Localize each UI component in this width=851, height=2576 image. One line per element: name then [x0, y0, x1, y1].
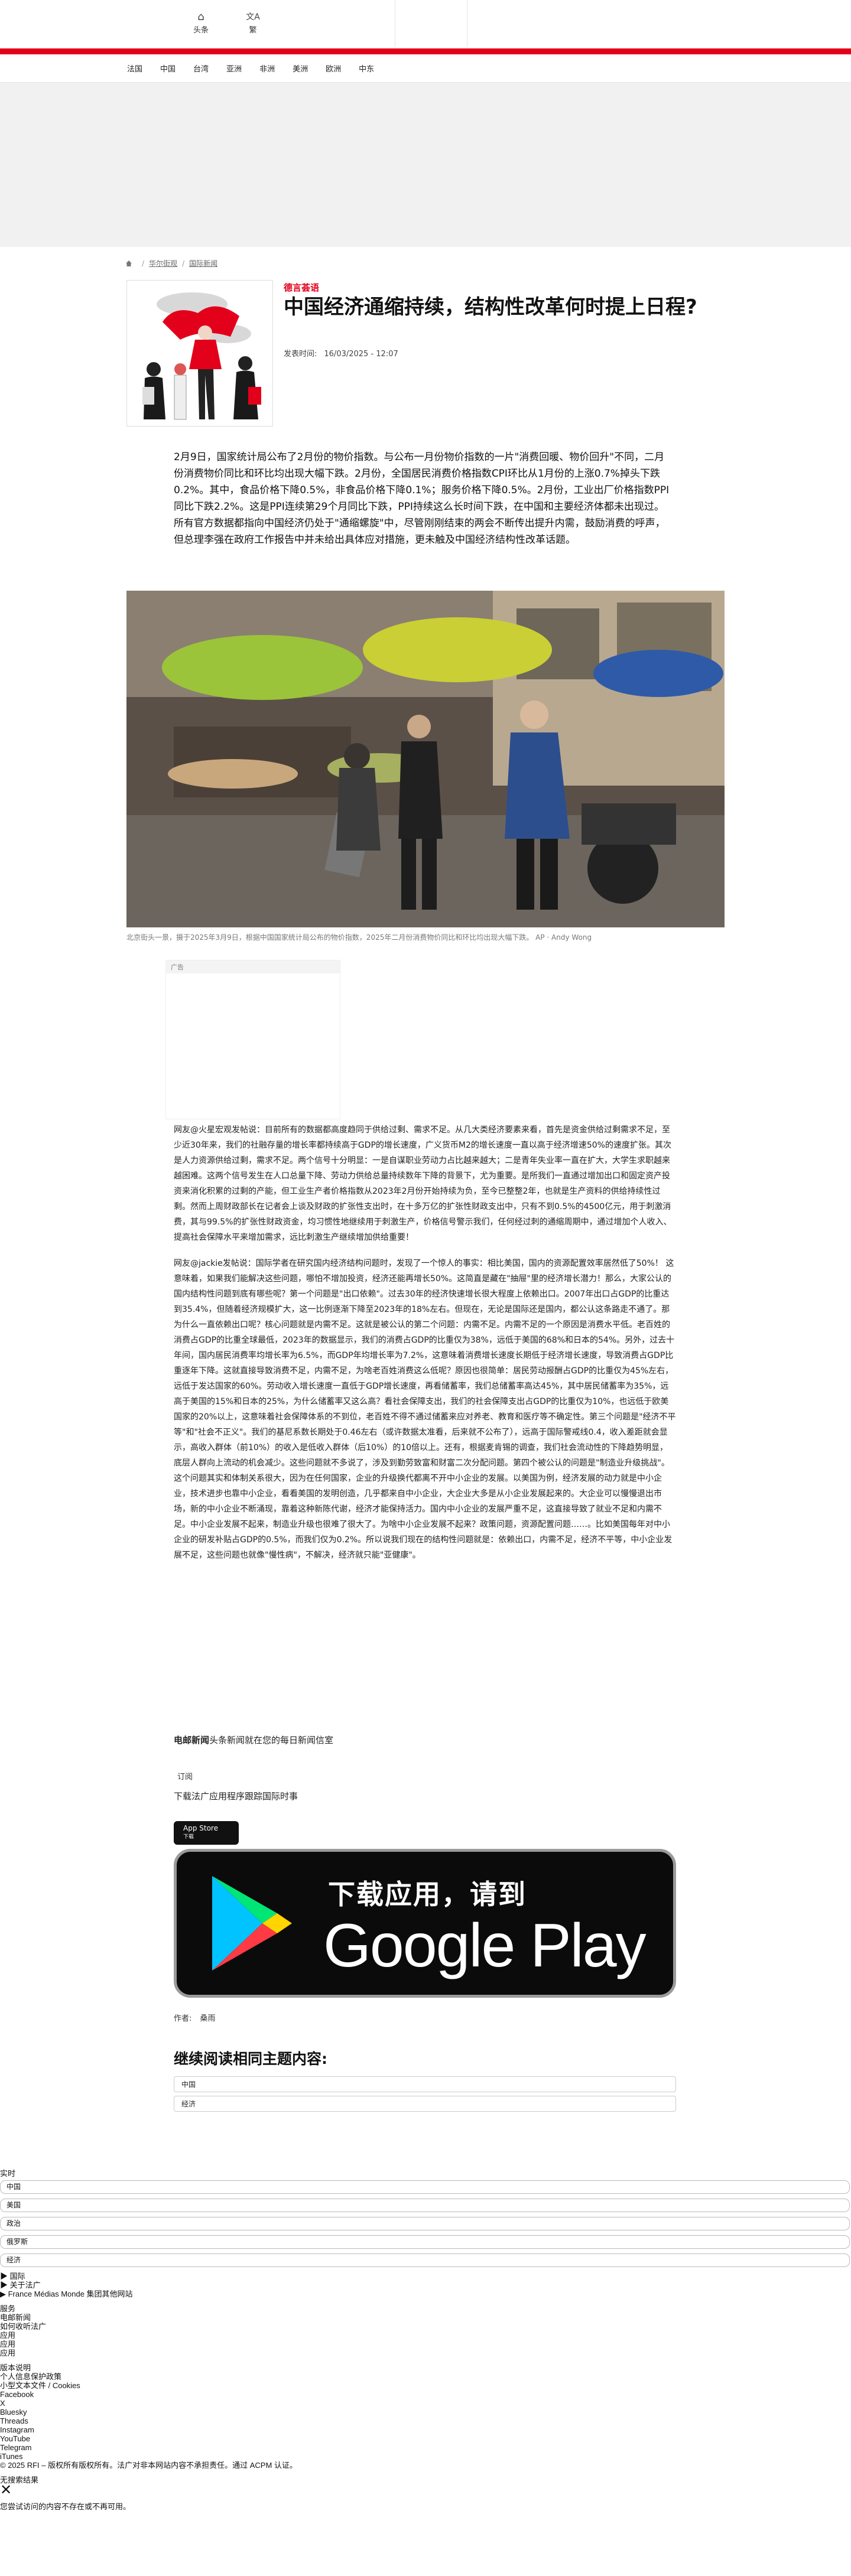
footer-link[interactable]: 版本说明 [0, 2363, 851, 2372]
breadcrumb-link[interactable]: 国际新闻 [189, 258, 217, 268]
top-header: ⌂ 头条 文A 繁 [0, 0, 851, 48]
related-title: 继续阅读相同主题内容: [174, 2050, 327, 2067]
author-label: 作者: [174, 2014, 192, 2023]
street-scene-image [126, 591, 725, 927]
footer-link[interactable]: 应用 [0, 2349, 851, 2357]
footer-link[interactable]: 应用 [0, 2331, 851, 2340]
language-button[interactable]: 文A 繁 [235, 11, 271, 35]
live-label: 实时 [0, 2169, 16, 2178]
related-tags: 中国 经济 [174, 2076, 676, 2115]
footer-link[interactable]: 电邮新闻 [0, 2313, 851, 2322]
article-thumbnail [126, 280, 273, 426]
live-topic-pill[interactable]: 美国 [0, 2199, 850, 2212]
nav-item[interactable]: 中东 [359, 63, 374, 74]
footer-link[interactable]: ▶ 关于法广 [0, 2281, 851, 2290]
article-paragraph: 网友@火星宏观发帖说：目前所有的数据都高度趋同于供给过剩、需求不足。从几大类经济… [174, 1125, 672, 1242]
content-not-found: 您尝试访问的内容不存在或不再可用。 [0, 2502, 131, 2511]
language-label: 繁 [249, 26, 257, 35]
nav-item[interactable]: 亚洲 [226, 63, 242, 74]
nav-item[interactable]: 非洲 [259, 63, 275, 74]
promo-text: 头条新闻就在您的每日新闻信室 [209, 1735, 334, 1745]
live-topic-pill[interactable]: 俄罗斯 [0, 2235, 850, 2249]
footer-service-links: 服务 电邮新闻 如何收听法广 应用 应用 应用 [0, 2304, 851, 2357]
footer-section-links: ▶ 国际 ▶ 关于法广 ▶ France Médias Monde 集团其他网站 [0, 2272, 851, 2298]
close-icon[interactable]: ✕ [0, 2483, 851, 2497]
related-tag[interactable]: 经济 [174, 2096, 676, 2112]
footer-link[interactable]: 个人信息保护政策 [0, 2372, 851, 2381]
article-title: 中国经济通缩持续，结构性改革何时提上日程? [284, 295, 697, 319]
photo-caption: 北京街头一景，摄于2025年3月9日，根据中国国家统计局公布的物价指数，2025… [126, 933, 592, 942]
nav-item[interactable]: 美洲 [293, 63, 308, 74]
article-paragraph: 网友@jackie发帖说：国际学者在研究国内经济结构问题时，发现了一个惊人的事实… [174, 1259, 676, 1560]
author-name[interactable]: 桑雨 [200, 2014, 216, 2023]
footer: 实时 中国美国政治俄罗斯经济 ▶ 国际 ▶ 关于法广 ▶ France Médias… [0, 2169, 851, 2511]
live-topic-pill[interactable]: 中国 [0, 2180, 850, 2194]
gplay-line2: Google Play [323, 1911, 647, 1980]
footer-link[interactable]: Threads [0, 2417, 851, 2425]
footer-link[interactable]: Instagram [0, 2425, 851, 2434]
footer-legal-links: 版本说明 个人信息保护政策 小型文本文件 / Cookies Facebook X Blu… [0, 2363, 851, 2470]
breadcrumb-link[interactable]: 华尔街观 [149, 258, 177, 268]
breadcrumb-separator: / [182, 259, 185, 268]
subscribe-button[interactable]: 订阅 [174, 1768, 196, 1784]
search-no-result: 无搜索结果 [0, 2476, 39, 2484]
footer-link[interactable]: 服务 [0, 2304, 851, 2313]
live-topic-list: 中国美国政治俄罗斯经济 [0, 2180, 851, 2267]
related-tag[interactable]: 中国 [174, 2076, 676, 2092]
inline-ad: 广告 [165, 960, 340, 1119]
footer-link[interactable]: © 2025 RFI – 版权所有版权所有。法广对非本网站内容不承担责任。通过 … [0, 2461, 851, 2470]
article-lead: 2月9日，国家统计局公布了2月份的物价指数。与公布一月份物价指数的一片"消费回暖… [174, 451, 670, 546]
ad-label: 广告 [166, 960, 340, 973]
footer-link[interactable]: ▶ France Médias Monde 集团其他网站 [0, 2290, 851, 2298]
nav-item[interactable]: 法国 [127, 63, 142, 74]
home-button[interactable]: ⌂ 头条 [183, 11, 219, 35]
nav-item[interactable]: 欧洲 [326, 63, 341, 74]
nav-item[interactable]: 中国 [160, 63, 176, 74]
newsletter-promo: 电邮新闻头条新闻就在您的每日新闻信室 [174, 1734, 676, 1746]
author: 作者: 桑雨 [174, 2012, 216, 2023]
footer-link[interactable]: 如何收听法广 [0, 2322, 851, 2331]
footer-link[interactable]: YouTube [0, 2434, 851, 2443]
article-photo [126, 591, 725, 927]
appstore-small: App Store [183, 1824, 218, 1832]
main-nav: 法国 中国 台湾 亚洲 非洲 美洲 欧洲 中东 [0, 54, 851, 83]
google-play-icon [212, 1876, 292, 1971]
footer-link[interactable]: 小型文本文件 / Cookies [0, 2381, 851, 2390]
app-store-badge[interactable]: App Store 下载 [174, 1821, 239, 1845]
breadcrumb: / 华尔街观 / 国际新闻 [125, 258, 217, 268]
google-play-badge[interactable]: 下载应用，请到 Google Play [174, 1849, 676, 1998]
brand-stripe [0, 48, 851, 54]
article-body: 网友@火星宏观发帖说：目前所有的数据都高度趋同于供给过剩、需求不足。从几大类经济… [174, 1122, 676, 1574]
home-icon[interactable] [125, 260, 132, 267]
footer-link[interactable]: iTunes [0, 2452, 851, 2461]
publish-date: 发表时间: 16/03/2025 - 12:07 [284, 347, 398, 359]
gplay-line1: 下载应用，请到 [328, 1878, 527, 1910]
language-icon: 文A [246, 12, 260, 22]
publish-value: 16/03/2025 - 12:07 [324, 350, 398, 359]
footer-link[interactable]: 应用 [0, 2340, 851, 2349]
top-ad-banner [0, 83, 851, 247]
nav-item[interactable]: 台湾 [193, 63, 209, 74]
appstore-big: 下载 [183, 1834, 194, 1840]
download-app-label: 下载法广应用程序跟踪国际时事 [174, 1791, 298, 1802]
home-label: 头条 [193, 26, 209, 35]
breadcrumb-separator: / [142, 259, 145, 268]
footer-link[interactable]: Facebook [0, 2390, 851, 2399]
promo-strong: 电邮新闻 [174, 1735, 210, 1745]
illustration-image [127, 281, 272, 426]
footer-link[interactable]: Bluesky [0, 2408, 851, 2417]
home-icon: ⌂ [197, 11, 204, 23]
footer-link[interactable]: Telegram [0, 2443, 851, 2452]
article-kicker[interactable]: 德言荟语 [284, 281, 319, 294]
footer-link[interactable]: ▶ 国际 [0, 2272, 851, 2281]
live-topic-pill[interactable]: 政治 [0, 2217, 850, 2230]
footer-link[interactable]: X [0, 2399, 851, 2408]
publish-label: 发表时间: [284, 350, 317, 359]
live-topic-pill[interactable]: 经济 [0, 2253, 850, 2267]
